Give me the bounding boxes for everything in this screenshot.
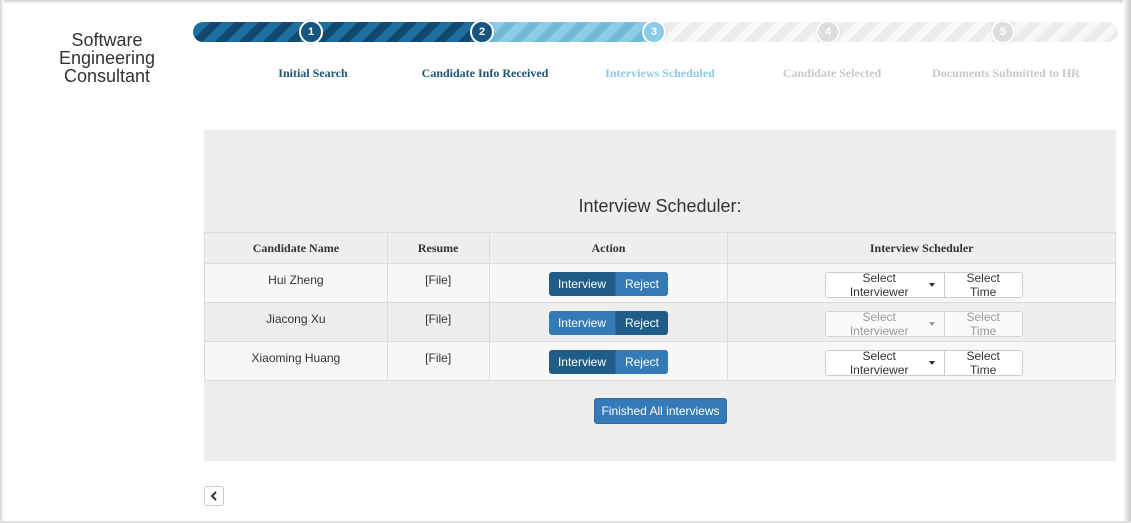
caret-down-icon (928, 361, 935, 365)
app-title-line: Engineering (58, 48, 156, 68)
table-row: Xiaoming Huang [File] Interview Reject S… (204, 341, 1116, 381)
select-time-button[interactable]: Select Time (943, 271, 1023, 299)
step-1-label[interactable]: Initial Search (278, 66, 347, 81)
progress-segment-3 (482, 22, 654, 42)
resume-link[interactable]: [File] (388, 264, 489, 287)
resume-cell: [File] (386, 263, 490, 303)
candidate-name: Xiaoming Huang (251, 351, 341, 365)
step-4-marker[interactable]: 4 (816, 20, 840, 44)
interview-button[interactable]: Interview (548, 272, 615, 296)
scheduler-controls: Select Interviewer Select Time (824, 271, 1023, 299)
select-interviewer-label: Select Interviewer (849, 310, 909, 338)
scheduler-panel: Interview Scheduler: Candidate Name Resu… (204, 130, 1116, 461)
select-interviewer-dropdown[interactable]: Select Interviewer (824, 310, 945, 338)
app-title: Software Engineering Consultant (42, 31, 172, 85)
interview-button[interactable]: Interview (548, 350, 615, 374)
reject-button[interactable]: Reject (614, 272, 668, 296)
progress-segment-end (1004, 22, 1118, 42)
candidates-table: Candidate Name Resume Action Interview S… (204, 232, 1116, 381)
panel-title: Interview Scheduler: (578, 196, 742, 216)
chevron-left-icon (210, 491, 217, 501)
table-header-row: Candidate Name Resume Action Interview S… (204, 232, 1116, 264)
column-header-interview-scheduler: Interview Scheduler (727, 232, 1116, 264)
scheduler-cell: Select Interviewer Select Time (727, 302, 1116, 342)
resume-link[interactable]: [File] (388, 303, 489, 326)
step-2-marker[interactable]: 2 (470, 20, 494, 44)
reject-button[interactable]: Reject (614, 311, 668, 335)
progress-segment-1 (205, 22, 311, 42)
action-cell: Interview Reject (488, 263, 729, 303)
progress-segment-2 (311, 22, 482, 42)
progress-segment-4 (654, 22, 828, 42)
finished-all-interviews-button[interactable]: Finished All interviews (594, 398, 727, 424)
candidate-name-cell: Hui Zheng (204, 263, 388, 303)
action-button-group: Interview Reject (548, 311, 668, 335)
reject-button[interactable]: Reject (614, 350, 668, 374)
action-cell: Interview Reject (488, 302, 729, 342)
step-5-label[interactable]: Documents Submitted to HR (932, 66, 1080, 81)
caret-down-icon (928, 322, 935, 326)
candidate-name-cell: Xiaoming Huang (204, 341, 388, 381)
action-button-group: Interview Reject (548, 350, 668, 374)
scheduler-cell: Select Interviewer Select Time (727, 341, 1116, 381)
candidate-name-cell: Jiacong Xu (204, 302, 388, 342)
column-header-resume: Resume (386, 232, 490, 264)
action-cell: Interview Reject (488, 341, 729, 381)
candidate-name: Jiacong Xu (266, 312, 326, 326)
select-time-button[interactable]: Select Time (943, 349, 1023, 377)
table-row: Jiacong Xu [File] Interview Reject Selec… (204, 302, 1116, 342)
select-interviewer-label: Select Interviewer (849, 271, 909, 299)
resume-cell: [File] (386, 302, 490, 342)
action-button-group: Interview Reject (548, 272, 668, 296)
resume-cell: [File] (386, 341, 490, 381)
app-title-line: Consultant (63, 66, 151, 86)
back-button[interactable] (204, 486, 224, 506)
step-2-label[interactable]: Candidate Info Received (422, 66, 549, 81)
select-interviewer-label: Select Interviewer (849, 349, 909, 377)
app-title-line: Software (71, 30, 143, 50)
column-header-candidate-name: Candidate Name (204, 232, 388, 264)
candidate-name: Hui Zheng (268, 273, 324, 287)
window-top-edge (0, 0, 1131, 4)
select-time-button[interactable]: Select Time (943, 310, 1023, 338)
scheduler-controls: Select Interviewer Select Time (824, 349, 1023, 377)
scheduler-cell: Select Interviewer Select Time (727, 263, 1116, 303)
scheduler-controls: Select Interviewer Select Time (824, 310, 1023, 338)
select-interviewer-dropdown[interactable]: Select Interviewer (824, 271, 945, 299)
step-3-marker[interactable]: 3 (642, 20, 666, 44)
table-row: Hui Zheng [File] Interview Reject Select… (204, 263, 1116, 303)
window-right-edge (1123, 0, 1131, 523)
resume-link[interactable]: [File] (388, 342, 489, 365)
interview-button[interactable]: Interview (548, 311, 615, 335)
step-5-marker[interactable]: 5 (991, 20, 1015, 44)
column-header-action: Action (488, 232, 729, 264)
window-left-edge (0, 0, 4, 523)
step-3-label[interactable]: Interviews Scheduled (605, 66, 715, 81)
step-1-marker[interactable]: 1 (299, 20, 323, 44)
progress-segment-5 (828, 22, 1004, 42)
step-4-label[interactable]: Candidate Selected (783, 66, 881, 81)
caret-down-icon (928, 283, 935, 287)
select-interviewer-dropdown[interactable]: Select Interviewer (824, 349, 945, 377)
